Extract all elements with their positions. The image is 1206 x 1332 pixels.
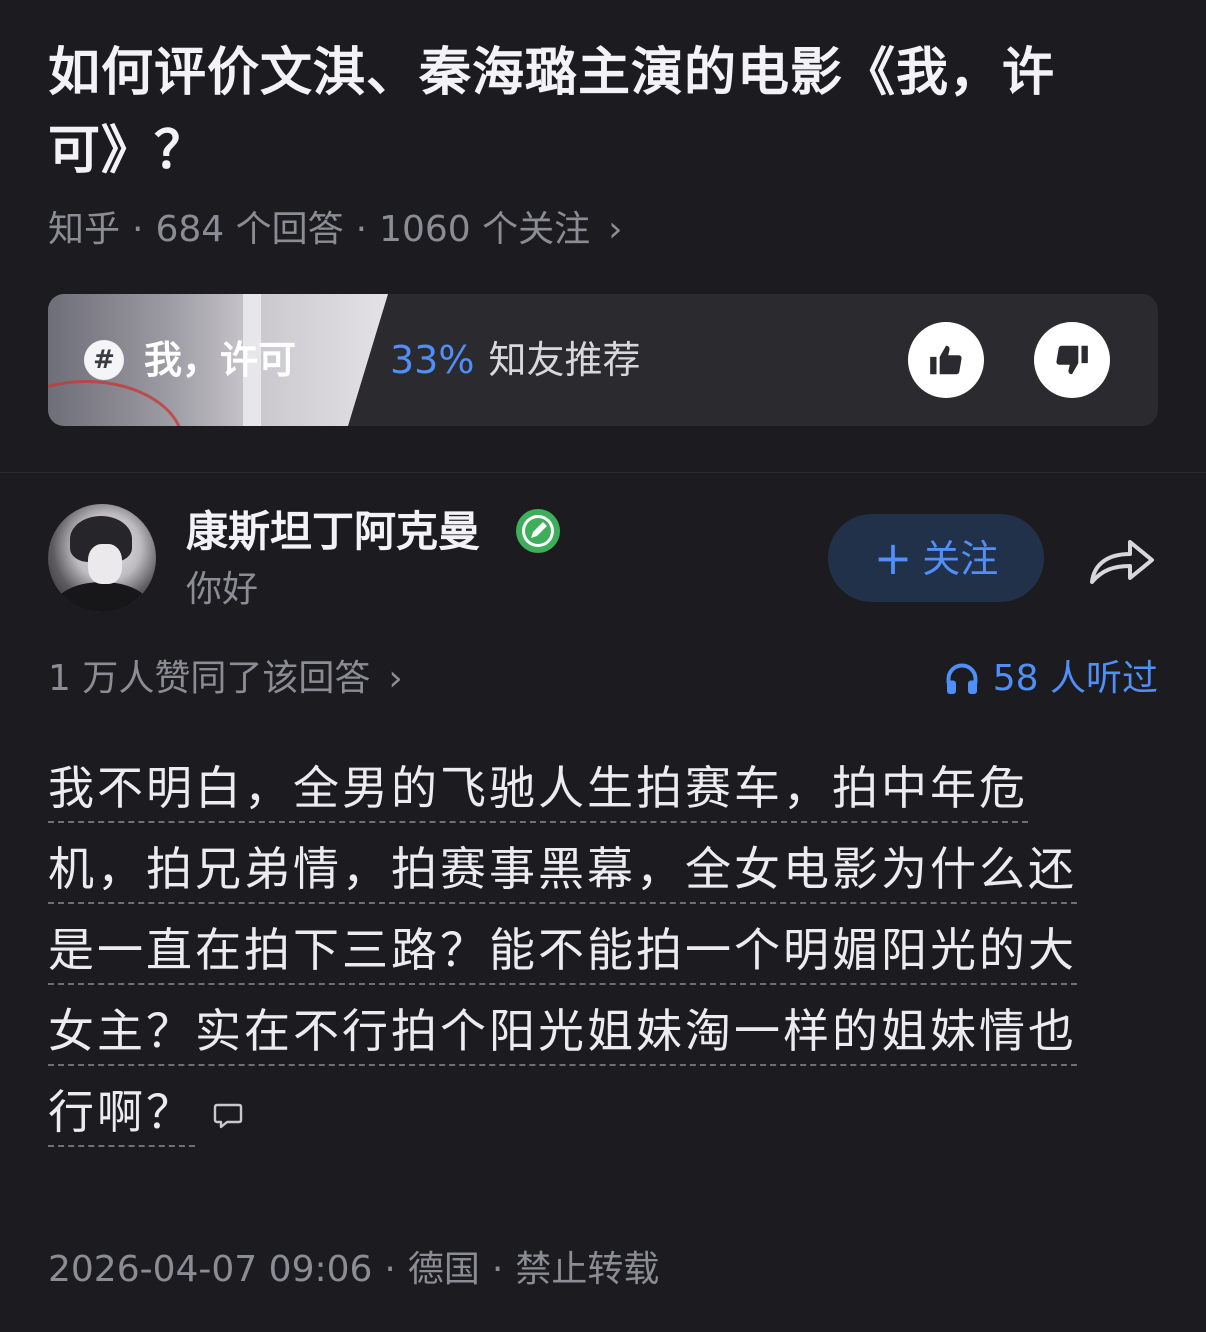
follow-button[interactable]: + 关注 <box>828 514 1044 602</box>
copyright-notice: 禁止转载 <box>515 1249 660 1290</box>
verified-badge-icon <box>516 509 560 553</box>
plus-icon: + <box>873 531 913 585</box>
author-bio: 你好 <box>186 569 259 610</box>
headphones-icon <box>946 663 978 694</box>
question-meta[interactable]: 知乎 · 684 个回答 · 1060 个关注 › <box>48 206 623 254</box>
share-arrow-icon[interactable] <box>1086 530 1158 590</box>
dislike-button[interactable] <box>1034 322 1110 398</box>
recommend-rate: 33% 知友推荐 <box>390 334 640 386</box>
thumbs-down-icon <box>1056 345 1088 375</box>
meta-separator: · <box>355 209 368 250</box>
answer-stats: 1 万人赞同了该回答 › 58 人听过 <box>48 654 1158 704</box>
meta-separator: · <box>491 1249 504 1290</box>
thumbs-up-icon <box>930 345 962 375</box>
section-divider <box>0 472 1206 473</box>
hashtag-icon: # <box>84 340 124 380</box>
follow-label: 关注 <box>922 537 999 581</box>
recommend-label: 知友推荐 <box>488 338 641 382</box>
author-avatar[interactable] <box>48 504 156 612</box>
listen-button[interactable]: 58 人听过 <box>943 654 1158 704</box>
answer-line: 是一直在拍下三路？能不能拍一个明媚阳光的大 <box>48 923 1077 985</box>
like-button[interactable] <box>908 322 984 398</box>
answer-datetime: 2026-04-07 09:06 <box>48 1249 373 1290</box>
recommend-percent: 33% <box>390 338 475 382</box>
meta-separator: · <box>384 1249 396 1290</box>
avatar-body <box>54 582 150 612</box>
author-name[interactable]: 康斯坦丁阿克曼 <box>186 504 480 560</box>
answer-line: 女主？实在不行拍个阳光姐妹淘一样的姐妹情也 <box>48 1004 1077 1066</box>
answer-line: 行啊？ <box>48 1085 195 1147</box>
upvote-summary[interactable]: 1 万人赞同了该回答 › <box>48 654 403 704</box>
movie-card[interactable]: # 我，许可 33% 知友推荐 <box>48 294 1158 426</box>
answer-line: 机，拍兄弟情，拍赛事黑幕，全女电影为什么还 <box>48 842 1077 904</box>
listen-count: 58 人听过 <box>992 658 1158 699</box>
answer-content[interactable]: 我不明白，全男的飞驰人生拍赛车，拍中年危 机，拍兄弟情，拍赛事黑幕，全女电影为什… <box>48 748 1128 1153</box>
chevron-right-icon: › <box>388 658 403 699</box>
answer-location: 德国 <box>407 1249 480 1290</box>
question-title[interactable]: 如何评价文淇、秦海璐主演的电影《我，许可》？ <box>48 34 1158 190</box>
poster-red-arc <box>48 380 184 426</box>
answers-count: 684 个回答 <box>155 209 344 250</box>
meta-separator: · <box>132 209 144 250</box>
chevron-right-icon: › <box>608 209 623 250</box>
answer-footer: 2026-04-07 09:06 · 德国 · 禁止转载 <box>48 1246 659 1294</box>
upvote-count: 1 万人赞同了该回答 <box>48 658 371 699</box>
comment-bubble-icon[interactable] <box>213 1102 243 1130</box>
followers-count: 1060 个关注 <box>379 209 591 250</box>
answer-line: 我不明白，全男的飞驰人生拍赛车，拍中年危 <box>48 761 1028 823</box>
movie-name[interactable]: 我，许可 <box>144 334 296 386</box>
source-label: 知乎 <box>48 209 121 250</box>
avatar-face <box>88 544 122 584</box>
